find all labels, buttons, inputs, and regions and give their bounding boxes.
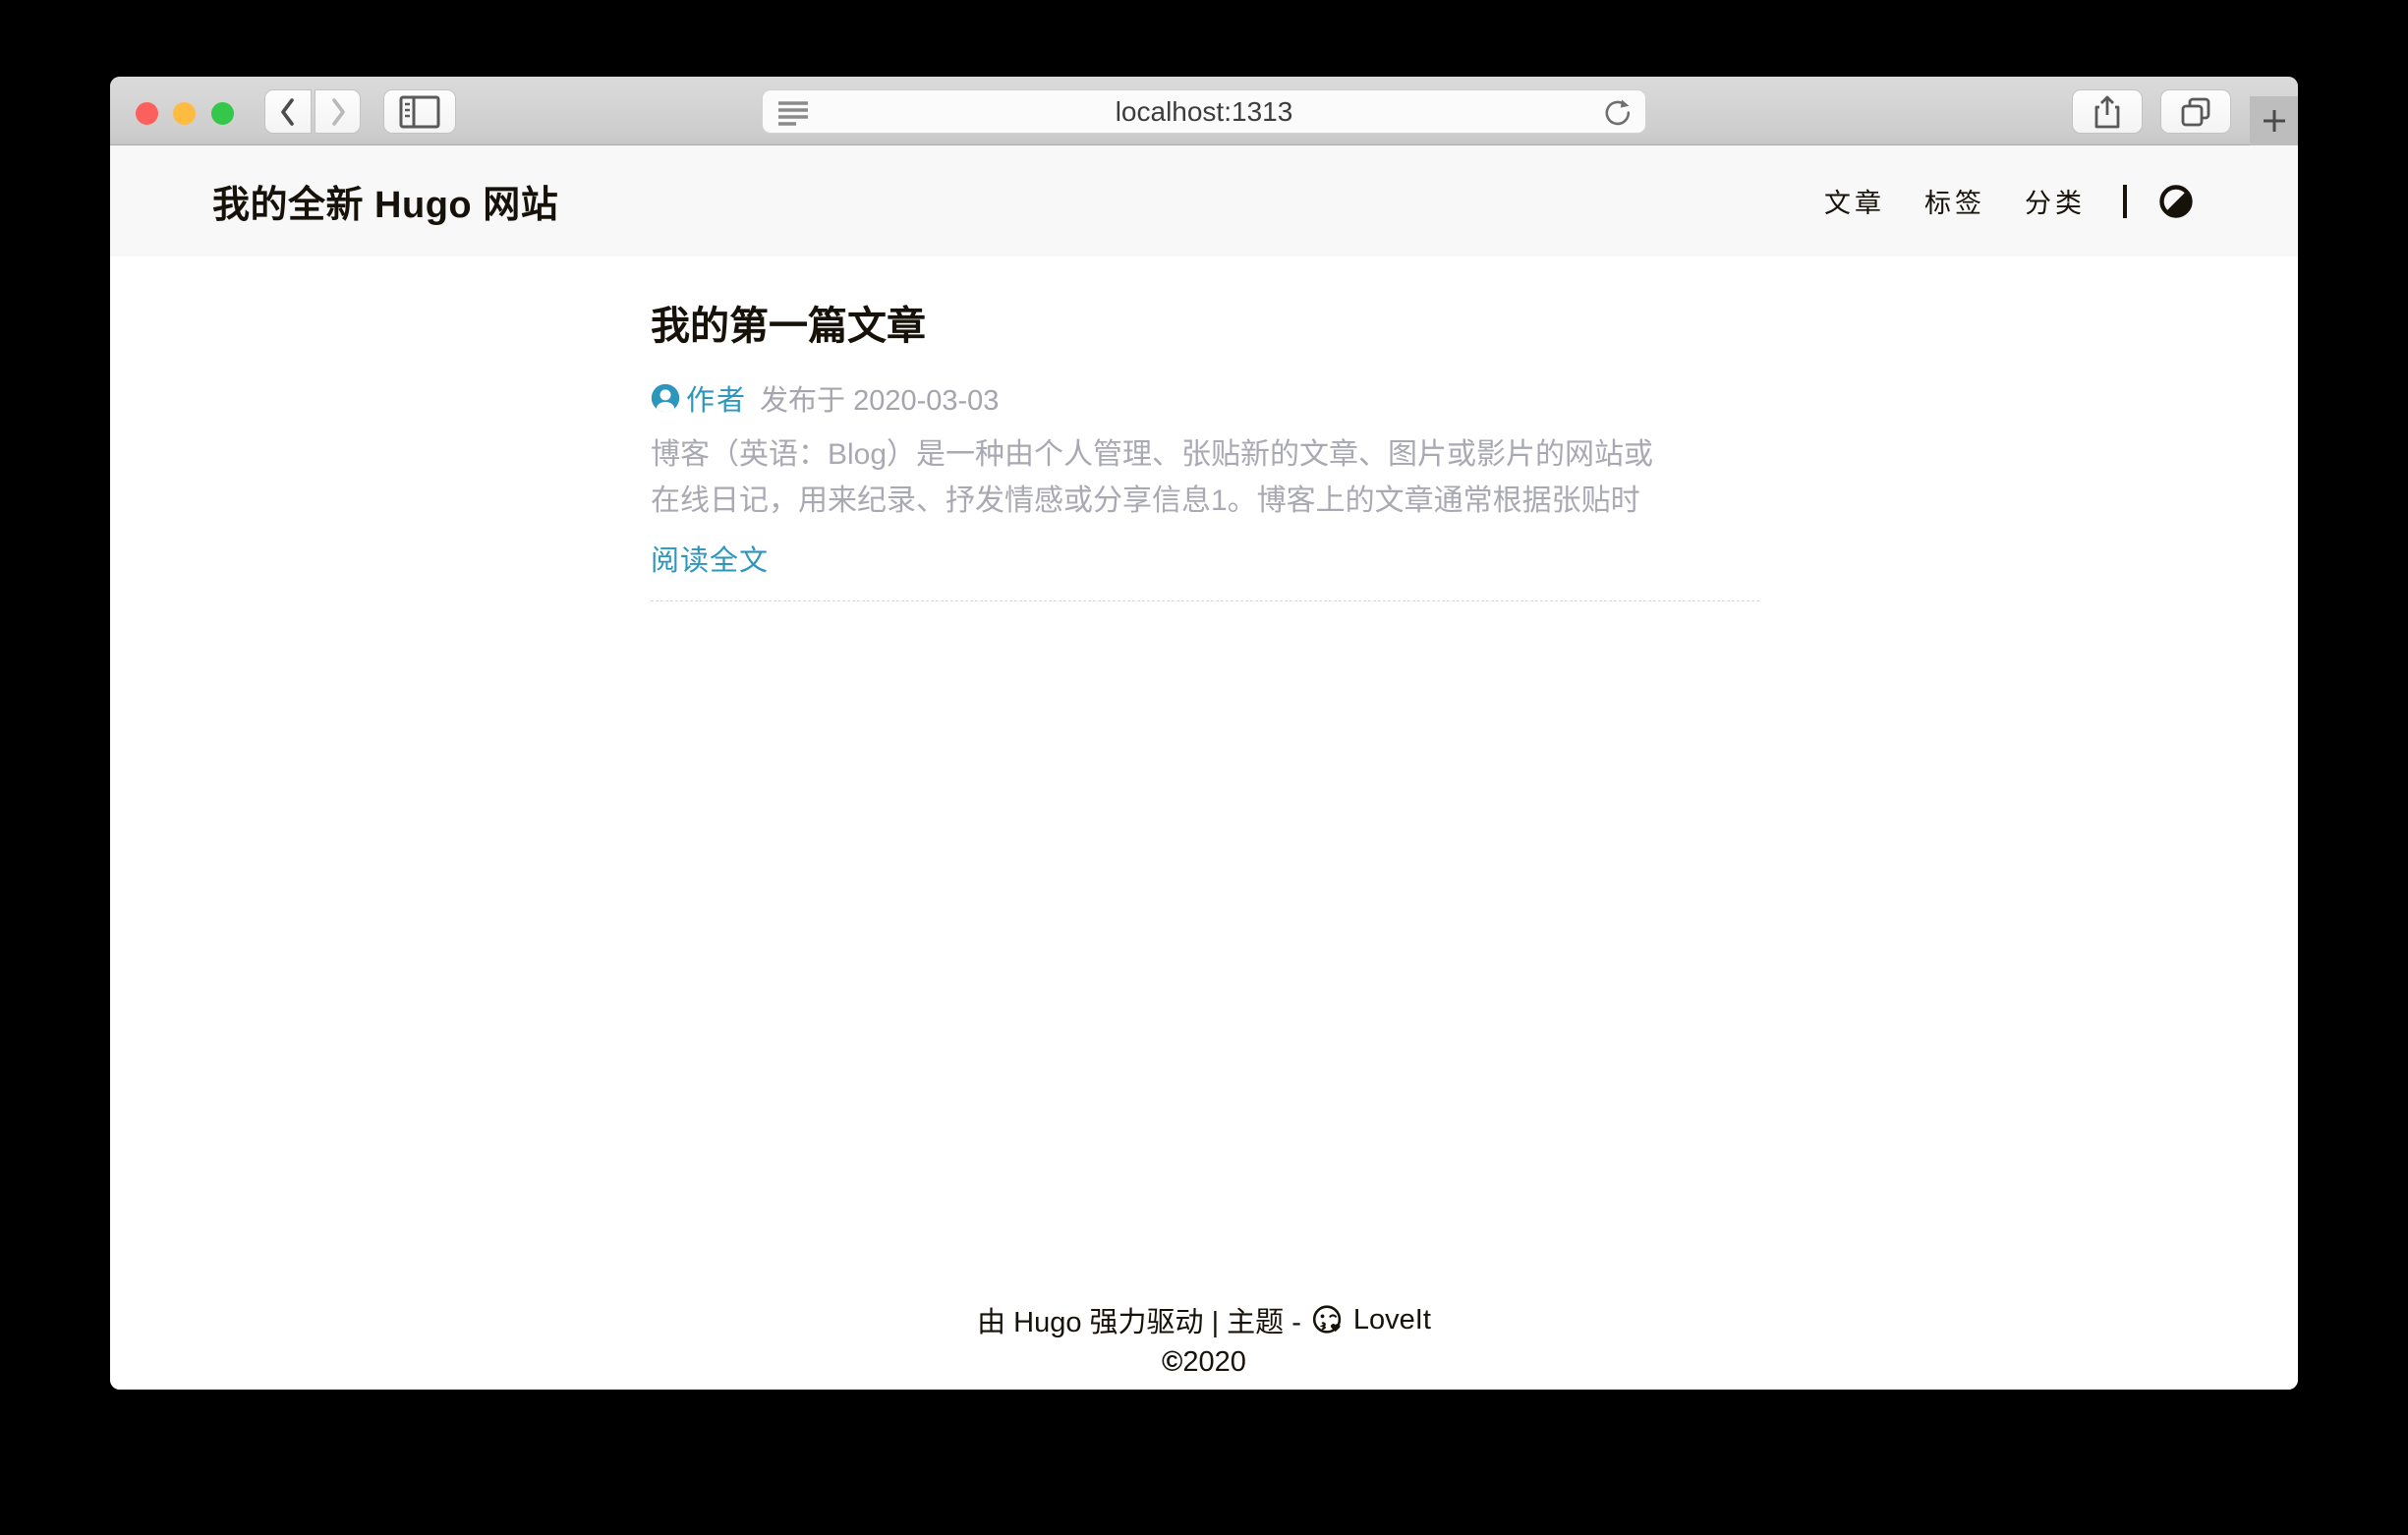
page-content: 我的第一篇文章 作者 发布于 2020-03-03 [110,256,2298,1390]
back-button[interactable] [264,89,312,134]
safari-window: localhost:1313 [110,77,2298,1390]
author-link[interactable]: 作者 [686,377,747,419]
tab-overview-button[interactable] [2160,89,2231,134]
post-summary: 博客（英语：Blog）是一种由个人管理、张贴新的文章、图片或影片的网站或 在线日… [651,431,1759,524]
powered-by-text: 由 Hugo 强力驱动 | 主题 - [977,1299,1301,1340]
nav-separator [2123,185,2127,218]
site-header: 我的全新 Hugo 网站 文章 标签 分类 [110,145,2298,256]
user-circle-icon [651,383,680,413]
new-tab-button[interactable] [2250,96,2298,145]
nav-item-tags[interactable]: 标签 [1924,182,1985,220]
forward-button[interactable] [315,89,361,134]
copyright-symbol: © [1162,1346,1182,1378]
url-text: localhost:1313 [1116,96,1293,128]
post-meta: 作者 发布于 2020-03-03 [651,377,1759,419]
chevron-forward-icon [325,95,351,129]
browser-toolbar: localhost:1313 [110,77,2298,145]
site-footer: 由 Hugo 强力驱动 | 主题 - LoveIt ©2020 [110,1297,2298,1386]
read-more-link[interactable]: 阅读全文 [651,538,1759,579]
footer-powered-line: 由 Hugo 强力驱动 | 主题 - LoveIt [110,1297,2298,1342]
reader-view-icon[interactable] [776,99,810,127]
summary-line-2: 在线日记，用来纪录、抒发情感或分享信息1。博客上的文章通常根据张贴时 [651,478,1759,524]
post-summary-card: 我的第一篇文章 作者 发布于 2020-03-03 [651,256,1759,601]
footer-copyright-line: ©2020 [110,1346,2298,1386]
address-bar[interactable]: localhost:1313 [762,89,1646,134]
theme-toggle-button[interactable] [2158,184,2194,219]
publish-date: 发布于 2020-03-03 [760,377,999,419]
main-nav: 文章 标签 分类 [1785,182,2194,220]
close-window-button[interactable] [136,102,158,125]
post-divider [651,600,1759,601]
minimize-window-button[interactable] [173,102,196,125]
nav-item-categories[interactable]: 分类 [2025,182,2086,220]
kiss-wink-heart-icon [1311,1303,1345,1336]
desktop-background: localhost:1313 [0,0,2408,1535]
reload-icon[interactable] [1603,98,1633,128]
sidebar-toggle-button[interactable] [383,89,456,134]
sidebar-toggle-icon [399,95,440,129]
tab-overview-icon [2180,96,2211,128]
chevron-back-icon [275,95,301,129]
site-title[interactable]: 我的全新 Hugo 网站 [212,174,558,228]
maximize-window-button[interactable] [211,102,234,125]
share-button[interactable] [2072,89,2143,134]
copyright-year: 2020 [1182,1346,1246,1378]
share-icon [2093,94,2122,130]
theme-name-link[interactable]: LoveIt [1353,1304,1431,1336]
theme-adjust-icon [2158,184,2194,219]
nav-item-posts[interactable]: 文章 [1824,182,1885,220]
post-title-link[interactable]: 我的第一篇文章 [651,303,1759,351]
summary-line-1: 博客（英语：Blog）是一种由个人管理、张贴新的文章、图片或影片的网站或 [651,431,1759,478]
new-tab-plus-icon [2262,108,2287,134]
